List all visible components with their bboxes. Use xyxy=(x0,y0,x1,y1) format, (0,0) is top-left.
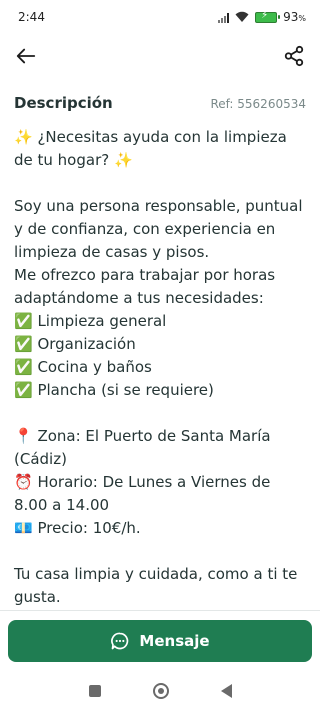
share-button[interactable] xyxy=(280,42,308,70)
reference-number: Ref: 556260534 xyxy=(210,97,306,111)
chat-bubble-icon xyxy=(111,632,129,650)
message-button[interactable]: Mensaje xyxy=(8,620,312,662)
signal-icon xyxy=(218,12,230,23)
section-title: Descripción xyxy=(14,94,113,112)
wifi-icon xyxy=(235,11,249,22)
description-text: ✨ ¿Necesitas ayuda con la limpieza de tu… xyxy=(14,128,303,606)
back-triangle-icon[interactable] xyxy=(220,683,232,698)
recents-square-icon[interactable] xyxy=(88,684,101,697)
arrow-left-icon xyxy=(16,48,36,64)
message-button-label: Mensaje xyxy=(139,632,210,650)
description-header: Descripción Ref: 556260534 xyxy=(14,94,306,112)
status-bar: 2:44 ⚡ 93% xyxy=(0,0,320,34)
status-icons: ⚡ 93% xyxy=(218,10,306,24)
app-bar xyxy=(0,34,320,78)
share-icon xyxy=(284,45,304,67)
system-nav-bar xyxy=(0,670,320,711)
battery-icon: ⚡ xyxy=(255,10,281,23)
divider xyxy=(0,610,320,611)
status-time: 2:44 xyxy=(18,10,45,24)
back-button[interactable] xyxy=(12,42,40,70)
home-circle-icon[interactable] xyxy=(152,682,169,699)
listing-content: Descripción Ref: 556260534 ✨ ¿Necesitas … xyxy=(14,86,306,609)
battery-percent: 93% xyxy=(283,10,306,24)
